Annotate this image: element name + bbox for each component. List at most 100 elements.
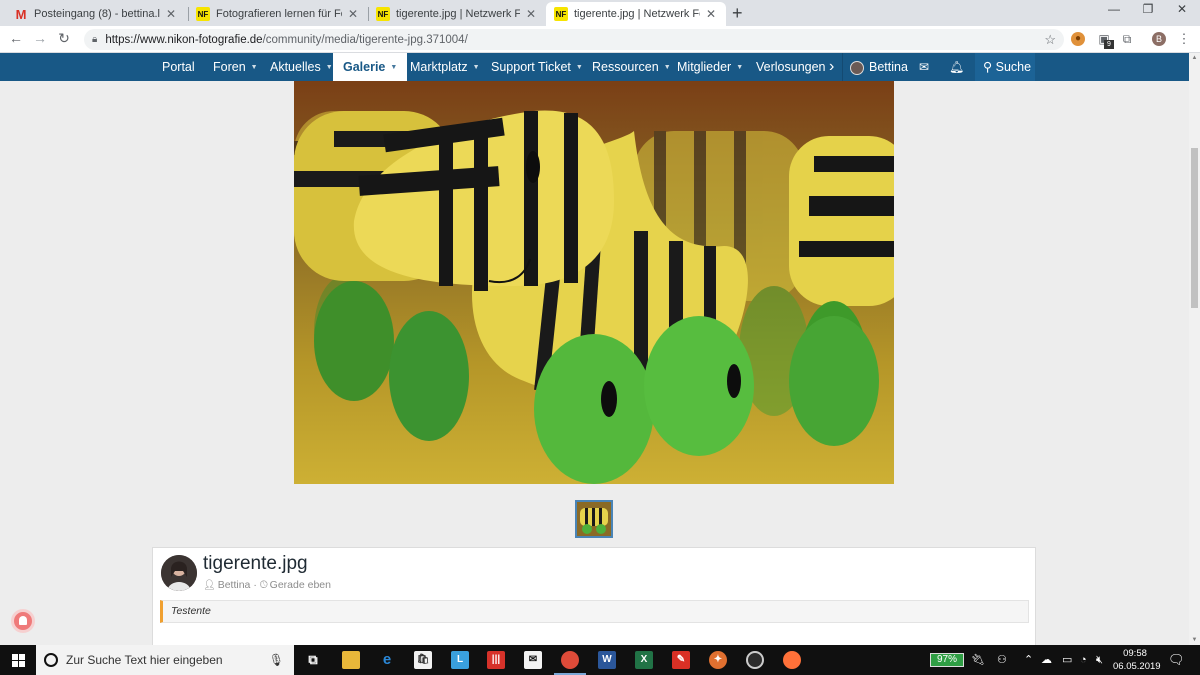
start-button[interactable] <box>0 645 36 675</box>
orange-app-icon[interactable]: ✦ <box>709 651 727 669</box>
nav-search[interactable]: ⚲ Suche <box>975 53 1035 81</box>
nav-label: Mitglieder <box>677 60 732 74</box>
caret-down-icon[interactable]: ▼ <box>576 64 583 71</box>
author-link[interactable]: Bettina <box>218 579 251 591</box>
l-app-icon[interactable]: L <box>451 651 469 669</box>
battery-indicator[interactable]: 97% <box>930 653 964 667</box>
tab-tigerente-1[interactable]: NF tigerente.jpg | Netzwerk Fotograf ✕ <box>368 2 546 26</box>
close-icon[interactable]: ✕ <box>524 7 538 21</box>
reload-icon[interactable]: ↻ <box>54 30 74 47</box>
new-tab-button[interactable]: + <box>732 3 743 24</box>
nav-user[interactable]: Bettina <box>850 53 908 81</box>
nav-portal[interactable]: Portal <box>162 53 195 81</box>
nav-mitglieder[interactable]: Mitglieder ▼ <box>677 53 743 81</box>
word-icon[interactable]: W <box>598 651 616 669</box>
chrome-icon[interactable] <box>554 651 586 675</box>
nav-verlosungen[interactable]: Verlosungen <box>756 53 826 81</box>
caret-down-icon[interactable]: ▼ <box>736 64 743 71</box>
action-center-icon[interactable]: 🗨︎ <box>1168 645 1185 675</box>
minimize-icon[interactable]: — <box>1096 2 1132 16</box>
nav-label: Foren <box>213 60 246 74</box>
chevron-up-icon[interactable]: ⌃ <box>1024 645 1033 675</box>
nav-search-label: Suche <box>995 60 1032 74</box>
task-view-icon[interactable]: ⧉ <box>304 651 322 669</box>
file-explorer-icon[interactable] <box>342 651 360 669</box>
tab-fotografieren[interactable]: NF Fotografieren lernen für Fotograf ✕ <box>188 2 368 26</box>
nav-user-label: Bettina <box>869 60 908 74</box>
red-app-icon[interactable]: ✎ <box>672 651 690 669</box>
caret-down-icon[interactable]: ▼ <box>390 64 397 71</box>
browser-menu-icon[interactable]: ⋮ <box>1177 32 1191 46</box>
nav-aktuelles[interactable]: Aktuelles ▼ <box>270 53 333 81</box>
gallery-image[interactable] <box>294 81 894 484</box>
close-icon[interactable]: ✕ <box>704 7 718 21</box>
battery-icon[interactable]: ▭ <box>1062 645 1072 675</box>
nav-support-ticket[interactable]: Support Ticket ▼ <box>491 53 583 81</box>
translate-extension-icon[interactable]: ⧉ <box>1120 32 1134 46</box>
nav-label: Aktuelles <box>270 60 321 74</box>
store-icon[interactable]: 🛍︎ <box>414 651 432 669</box>
lock-icon: 🔒︎ <box>92 34 98 45</box>
caret-down-icon[interactable]: ▼ <box>473 64 480 71</box>
tab-tigerente-active[interactable]: NF tigerente.jpg | Netzwerk Fotograf ✕ <box>546 2 726 26</box>
back-icon[interactable]: ← <box>6 30 26 46</box>
tab-label: tigerente.jpg | Netzwerk Fotograf <box>396 8 520 20</box>
tab-label: tigerente.jpg | Netzwerk Fotograf <box>574 8 700 20</box>
cookie-extension-icon[interactable]: ● <box>1071 32 1085 46</box>
browser-toolbar: ← → ↻ 🔒︎ https://www.nikon-fotografie.de… <box>0 26 1200 53</box>
cloud-icon[interactable]: ☁ <box>1041 645 1052 675</box>
notification-bell-icon[interactable] <box>11 609 35 633</box>
taskbar-clock[interactable]: 09:58 06.05.2019 <box>1113 647 1161 673</box>
nav-foren[interactable]: Foren ▼ <box>213 53 258 81</box>
url-path: /community/media/tigerente-jpg.371004/ <box>262 33 468 46</box>
caret-down-icon[interactable]: ▼ <box>251 64 258 71</box>
people-icon[interactable]: ⚇ <box>997 645 1007 675</box>
nav-marktplatz[interactable]: Marktplatz ▼ <box>410 53 480 81</box>
profile-avatar[interactable]: B <box>1152 32 1166 46</box>
nav-more-icon[interactable]: › <box>829 53 834 81</box>
inbox-icon[interactable]: ✉ <box>919 53 929 81</box>
edge-icon[interactable]: e <box>378 651 396 669</box>
bell-icon[interactable]: 🔔︎ <box>949 53 964 81</box>
restore-icon[interactable]: ❐ <box>1130 2 1166 16</box>
avatar-image <box>161 555 197 591</box>
taskbar-search[interactable]: Zur Suche Text hier eingeben 🎙︎ <box>36 645 294 675</box>
windows-taskbar: Zur Suche Text hier eingeben 🎙︎ ⧉ e 🛍︎ L… <box>0 645 1200 675</box>
media-meta: 👤︎ Bettina · 🕓︎ Gerade eben <box>203 579 331 591</box>
forward-icon[interactable]: → <box>30 30 50 46</box>
close-window-icon[interactable]: ✕ <box>1164 2 1200 16</box>
nav-ressourcen[interactable]: Ressourcen ▼ <box>592 53 671 81</box>
close-icon[interactable]: ✕ <box>164 7 178 21</box>
gallery-thumbnail[interactable] <box>575 500 613 538</box>
tab-label: Posteingang (8) - bettina.loeffler <box>34 8 160 20</box>
address-bar[interactable]: 🔒︎ https://www.nikon-fotografie.de/commu… <box>84 29 1064 50</box>
caret-down-icon[interactable]: ▼ <box>326 64 333 71</box>
clock-time: 09:58 <box>1123 648 1147 659</box>
mail-icon[interactable]: ✉ <box>524 651 542 669</box>
caret-down-icon[interactable]: ▼ <box>664 64 671 71</box>
tigerente-photo <box>294 81 894 484</box>
thumbnail-image <box>577 502 611 536</box>
tab-gmail[interactable]: M Posteingang (8) - bettina.loeffler ✕ <box>6 2 186 26</box>
nav-label: Galerie <box>343 60 386 74</box>
search-placeholder: Zur Suche Text hier eingeben <box>66 653 223 667</box>
app-grid-icon[interactable]: ||| <box>487 651 505 669</box>
page-scrollbar[interactable]: ▲ ▼ <box>1189 53 1200 645</box>
firefox-icon[interactable] <box>783 651 801 669</box>
excel-icon[interactable]: X <box>635 651 653 669</box>
nav-galerie[interactable]: Galerie ▼ <box>333 53 408 81</box>
clock-icon: 🕓︎ <box>259 580 268 591</box>
speaker-muted-icon[interactable]: 🔇︎ <box>1096 645 1103 675</box>
close-icon[interactable]: ✕ <box>346 7 360 21</box>
bookmark-star-icon[interactable]: ☆ <box>1044 32 1056 48</box>
dark-app-icon[interactable] <box>746 651 764 669</box>
microphone-icon[interactable]: 🎙︎ <box>269 653 284 667</box>
scroll-down-icon[interactable]: ▼ <box>1189 637 1200 643</box>
wifi-icon[interactable]: ◔ <box>1080 645 1087 675</box>
author-avatar[interactable] <box>161 555 197 591</box>
scroll-up-icon[interactable]: ▲ <box>1189 55 1200 61</box>
user-avatar-icon <box>850 60 864 75</box>
plug-icon[interactable]: 🔌︎ <box>971 645 985 675</box>
media-title: tigerente.jpg <box>203 553 308 574</box>
scrollbar-thumb[interactable] <box>1191 148 1198 308</box>
